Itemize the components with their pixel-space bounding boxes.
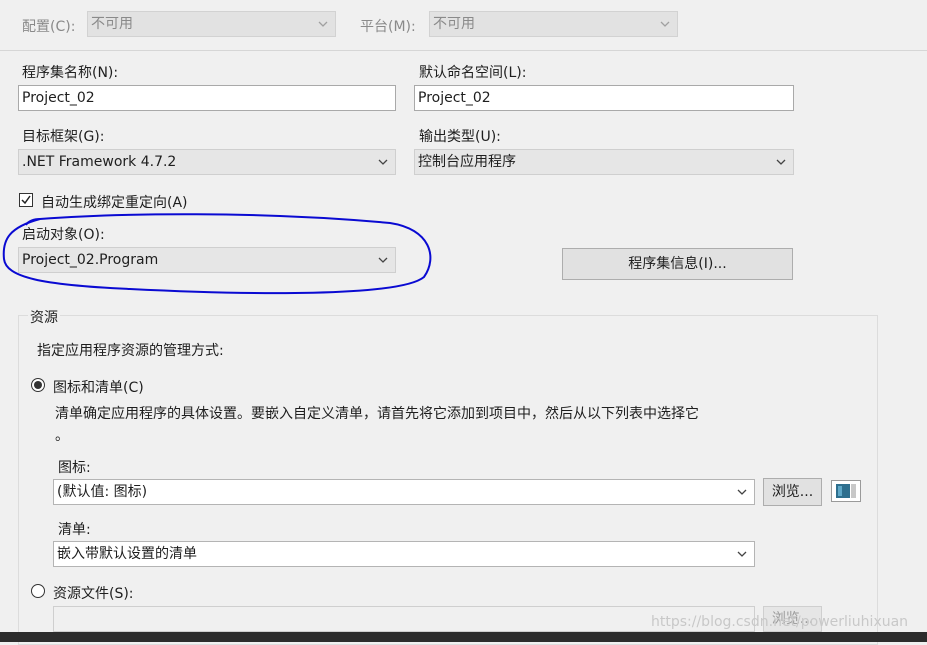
config-value: 不可用	[91, 16, 133, 32]
chevron-down-icon	[737, 489, 747, 495]
icon-manifest-radio[interactable]	[31, 378, 45, 392]
default-namespace-label: 默认命名空间(L):	[419, 65, 527, 81]
icon-value: (默认值: 图标)	[57, 484, 148, 500]
target-framework-label: 目标框架(G):	[22, 129, 105, 145]
output-type-value: 控制台应用程序	[418, 154, 516, 170]
bottom-bar	[0, 632, 927, 642]
annotation-ellipse	[2, 213, 432, 295]
chevron-down-icon	[378, 159, 388, 165]
manifest-label: 清单:	[58, 522, 91, 538]
default-namespace-input[interactable]: Project_02	[414, 85, 794, 111]
assembly-info-button[interactable]: 程序集信息(I)...	[562, 248, 793, 280]
icon-manifest-description-end: 。	[55, 428, 69, 444]
resource-file-input	[53, 606, 755, 632]
resources-description: 指定应用程序资源的管理方式:	[37, 343, 224, 359]
window-icon	[836, 484, 856, 498]
output-type-label: 输出类型(U):	[419, 129, 501, 145]
icon-manifest-label: 图标和清单(C)	[53, 380, 144, 396]
chevron-down-icon	[737, 551, 747, 557]
assembly-name-input[interactable]: Project_02	[18, 85, 396, 111]
output-type-dropdown[interactable]: 控制台应用程序	[414, 149, 794, 175]
icon-preview	[831, 480, 861, 502]
resource-file-label: 资源文件(S):	[53, 586, 134, 602]
assembly-name-label: 程序集名称(N):	[22, 65, 119, 81]
resources-group-title: 资源	[28, 307, 60, 327]
manifest-value: 嵌入带默认设置的清单	[57, 546, 197, 562]
resource-file-radio[interactable]	[31, 584, 45, 598]
watermark: https://blog.csdn.net/powerliuhixuan	[651, 614, 909, 630]
icon-label: 图标:	[58, 460, 91, 476]
config-label: 配置(C):	[22, 19, 76, 35]
platform-value: 不可用	[433, 16, 475, 32]
manifest-dropdown[interactable]: 嵌入带默认设置的清单	[53, 541, 755, 567]
target-framework-value: .NET Framework 4.7.2	[22, 154, 177, 170]
icon-dropdown[interactable]: (默认值: 图标)	[53, 479, 755, 505]
chevron-down-icon	[776, 159, 786, 165]
top-separator	[0, 50, 927, 51]
chevron-down-icon	[318, 21, 328, 27]
config-dropdown: 不可用	[87, 11, 336, 37]
chevron-down-icon	[660, 21, 670, 27]
icon-manifest-description: 清单确定应用程序的具体设置。要嵌入自定义清单，请首先将它添加到项目中，然后从以下…	[55, 406, 699, 422]
platform-dropdown: 不可用	[429, 11, 678, 37]
browse-button[interactable]: 浏览...	[763, 478, 822, 506]
target-framework-dropdown[interactable]: .NET Framework 4.7.2	[18, 149, 396, 175]
platform-label: 平台(M):	[360, 19, 416, 35]
